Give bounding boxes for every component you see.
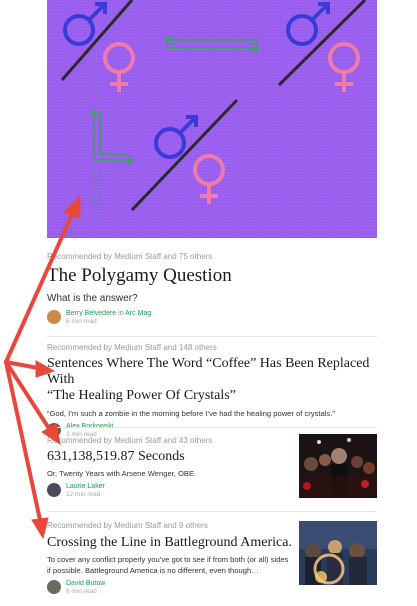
avatar[interactable]: [47, 423, 61, 437]
story-title[interactable]: 631,138,519.87 Seconds: [47, 449, 297, 465]
green-arrows-icon: [163, 34, 261, 54]
divider: [47, 511, 377, 512]
read-time: 12 min read: [66, 491, 101, 498]
recommended-by: Recommended by Medium Staff and 43 other…: [47, 436, 213, 445]
story-snippet: To cover any conflict properly you’ve go…: [47, 554, 297, 576]
in-label: in: [118, 310, 124, 317]
story-snippet: “God, I’m such a zombie in the morning b…: [47, 409, 335, 418]
story-card[interactable]: Recommended by Medium Staff and 75 other…: [47, 252, 377, 326]
story-subtitle: What is the answer?: [47, 293, 138, 304]
divider: [47, 336, 377, 337]
author-name[interactable]: David Butow: [66, 580, 105, 588]
story-snippet-line: To cover any conflict properly you’ve go…: [47, 555, 289, 564]
story-snippet-line: if possible. Battleground America is no …: [47, 566, 259, 575]
author-name[interactable]: Berry Belvedere: [66, 310, 116, 317]
story-thumbnail[interactable]: [299, 434, 377, 498]
story-title[interactable]: Sentences Where The Word “Coffee” Has Be…: [47, 356, 377, 404]
story-title-line: Sentences Where The Word “Coffee” Has Be…: [47, 356, 370, 387]
female-symbol-icon: [193, 154, 225, 204]
female-symbol-icon: [328, 42, 360, 92]
story-card[interactable]: Recommended by Medium Staff and 9 others…: [47, 521, 297, 596]
recommended-by: Recommended by Medium Staff and 9 others: [47, 521, 208, 530]
male-symbol-icon: [286, 2, 330, 46]
divider: [47, 427, 377, 428]
author-name[interactable]: Laurie Laker: [66, 483, 105, 491]
read-time: 6 min read: [66, 588, 97, 595]
story-card[interactable]: Recommended by Medium Staff and 43 other…: [47, 436, 297, 499]
read-time: 6 min read: [66, 318, 97, 325]
green-corner-arrow-icon: [89, 108, 135, 215]
avatar[interactable]: [47, 310, 61, 324]
avatar[interactable]: [47, 580, 61, 594]
story-thumbnail[interactable]: [299, 521, 377, 585]
story-title-line: “The Healing Power Of Crystals”: [47, 388, 236, 403]
story-title[interactable]: Crossing the Line in Battleground Americ…: [47, 535, 297, 551]
story-card[interactable]: Recommended by Medium Staff and 148 othe…: [47, 343, 377, 439]
hero-image[interactable]: [47, 0, 377, 238]
recommended-by: Recommended by Medium Staff and 75 other…: [47, 252, 213, 261]
recommended-by: Recommended by Medium Staff and 148 othe…: [47, 343, 217, 352]
female-symbol-icon: [103, 42, 135, 92]
avatar[interactable]: [47, 483, 61, 497]
story-title[interactable]: The Polygamy Question: [47, 265, 377, 287]
publication-name[interactable]: Arc Mag: [125, 310, 151, 317]
story-snippet: Or, Twenty Years with Arsene Wenger, OBE…: [47, 469, 197, 478]
